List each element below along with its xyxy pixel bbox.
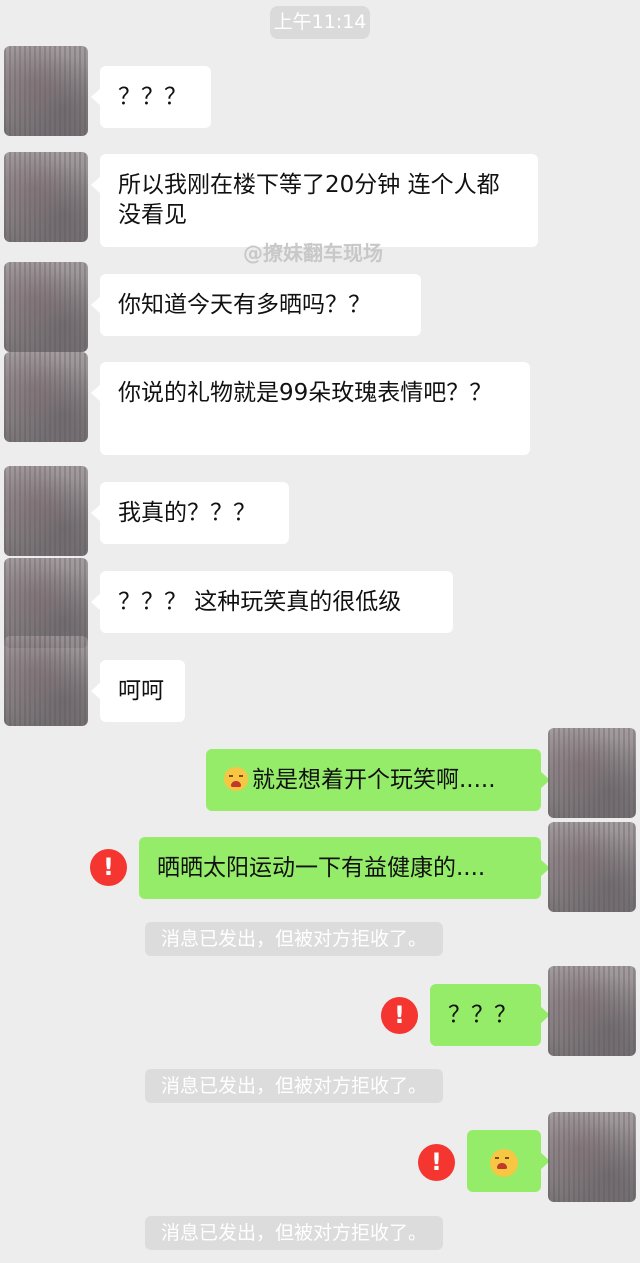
send-failed-icon[interactable]: ! (381, 997, 418, 1034)
rejected-notice: 消息已发出，但被对方拒收了。 (145, 1069, 444, 1103)
contact-avatar[interactable] (4, 262, 88, 352)
angry-face-emoji-icon (490, 1148, 518, 1177)
send-failed-icon[interactable]: ! (90, 849, 127, 886)
outgoing-message[interactable]: 就是想着开个玩笑啊..... (206, 749, 550, 811)
outgoing-message[interactable]: 晒晒太阳运动一下有益健康的.... (139, 837, 550, 899)
self-avatar[interactable] (548, 728, 636, 818)
angry-face-emoji-icon (224, 767, 248, 791)
send-failed-icon[interactable]: ! (418, 1144, 455, 1181)
incoming-message[interactable]: 你知道今天有多晒吗？？ (91, 274, 421, 336)
contact-avatar[interactable] (4, 466, 88, 556)
contact-avatar[interactable] (4, 636, 88, 726)
incoming-message[interactable]: 呵呵 (91, 660, 185, 722)
incoming-message[interactable]: 我真的？？？ (91, 482, 289, 544)
contact-avatar[interactable] (4, 352, 88, 442)
rejected-notice: 消息已发出，但被对方拒收了。 (145, 922, 444, 956)
contact-avatar[interactable] (4, 558, 88, 648)
outgoing-message[interactable] (467, 1130, 550, 1192)
self-avatar[interactable] (548, 1112, 636, 1202)
contact-avatar[interactable] (4, 152, 88, 242)
self-avatar[interactable] (548, 966, 636, 1056)
incoming-message[interactable]: 你说的礼物就是99朵玫瑰表情吧？？ (91, 362, 530, 455)
incoming-message[interactable]: ？？？ (91, 66, 211, 128)
outgoing-message-text: 就是想着开个玩笑啊..... (252, 767, 496, 793)
incoming-message[interactable]: ？？？ 这种玩笑真的很低级 (91, 571, 453, 633)
incoming-message[interactable]: 所以我刚在楼下等了20分钟 连个人都没看见 (91, 154, 538, 247)
rejected-notice: 消息已发出，但被对方拒收了。 (145, 1216, 444, 1250)
self-avatar[interactable] (548, 822, 636, 912)
watermark: @撩妹翻车现场 (243, 241, 383, 265)
contact-avatar[interactable] (4, 46, 88, 136)
timestamp: 上午11:14 (270, 6, 370, 39)
outgoing-message[interactable]: ？？？ (430, 984, 550, 1046)
